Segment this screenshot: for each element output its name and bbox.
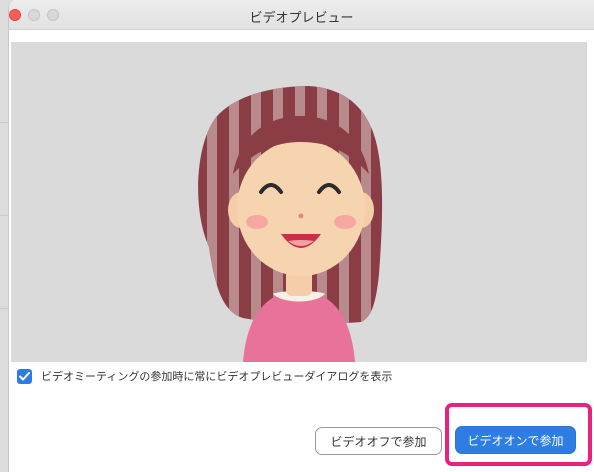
join-video-off-button[interactable]: ビデオオフで参加 bbox=[315, 427, 442, 455]
background-divider bbox=[0, 215, 8, 216]
always-show-preview-option: ビデオミーティングの参加時に常にビデオプレビューダイアログを表示 bbox=[17, 367, 392, 385]
video-preview-window: ビデオプレビュー ビデオミーティングの参加時に常にビデオプレビューダイアログを表… bbox=[8, 0, 594, 472]
background-divider bbox=[0, 308, 8, 309]
highlight-annotation bbox=[445, 403, 592, 466]
title-bar: ビデオプレビュー bbox=[9, 0, 594, 30]
always-show-preview-label: ビデオミーティングの参加時に常にビデオプレビューダイアログを表示 bbox=[41, 370, 393, 383]
avatar-illustration bbox=[198, 86, 383, 362]
window-title: ビデオプレビュー bbox=[249, 11, 354, 26]
checkmark-icon bbox=[19, 371, 30, 380]
always-show-preview-checkbox[interactable] bbox=[17, 368, 32, 384]
background-divider bbox=[0, 122, 8, 123]
video-preview bbox=[11, 42, 587, 362]
